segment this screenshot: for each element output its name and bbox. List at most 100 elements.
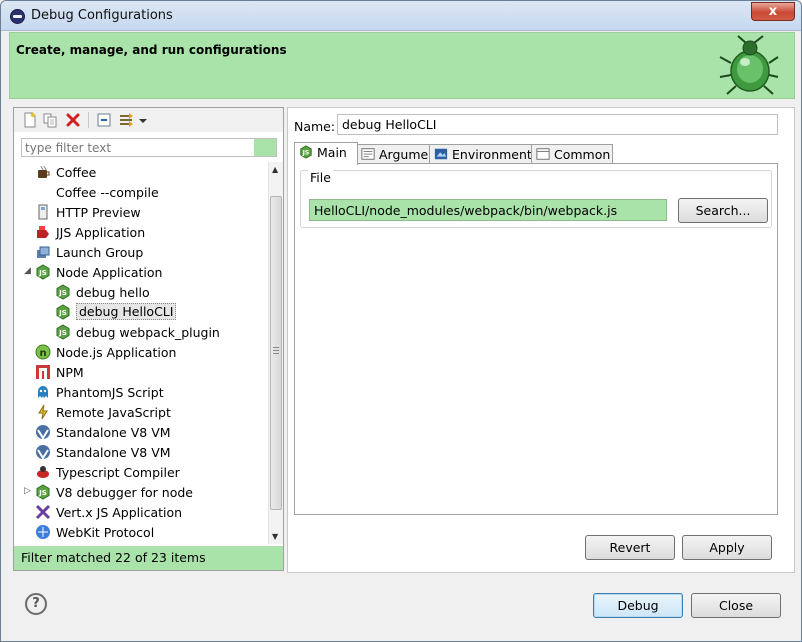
configuration-editor: Name: debug HelloCLI JS Main Arguments Envi… [287, 107, 795, 573]
tree-item-label: Vert.x JS Application [56, 505, 183, 520]
v8-vm-icon [36, 445, 50, 460]
tree-item-label: WebKit Protocol [56, 525, 155, 540]
tree-item-label: Launch Group [56, 245, 144, 260]
tree-item[interactable]: Remote JavaScript [21, 402, 261, 422]
tree-item[interactable]: NPM [21, 362, 261, 382]
tree-toolbar [14, 108, 283, 132]
window-close-button[interactable]: x [751, 2, 795, 21]
environment-icon [434, 148, 448, 160]
filter-icon[interactable] [118, 112, 134, 128]
tree-item-label: Coffee --compile [56, 185, 159, 200]
remote-js-icon [38, 404, 48, 420]
debug-configurations-dialog: Debug Configurations x Create, manage, a… [0, 0, 802, 642]
tree-scrollbar[interactable]: ▲ ▼ [268, 162, 283, 544]
search-button[interactable]: Search... [678, 198, 768, 223]
file-path-field[interactable]: HelloCLI/node_modules/webpack/bin/webpac… [309, 199, 667, 221]
tree-item[interactable]: PhantomJS Script [21, 382, 261, 402]
launch-group-icon [37, 246, 50, 258]
tree-item-label: V8 debugger for node [56, 485, 193, 500]
tab-common[interactable]: Common [531, 144, 613, 164]
configuration-tree[interactable]: WebKit Protocol Vert.x JS Application ▷ JS V… [21, 162, 283, 544]
svg-text:JS: JS [58, 289, 67, 297]
tree-item[interactable]: HTTP Preview [21, 202, 261, 222]
tab-strip: JS Main Arguments Environment Common [294, 142, 778, 165]
tree-item-label: NPM [56, 365, 84, 380]
svg-text:JS: JS [38, 489, 47, 497]
duplicate-icon[interactable] [42, 112, 58, 128]
delete-icon[interactable] [65, 112, 81, 128]
apply-button[interactable]: Apply [682, 535, 772, 560]
tree-item[interactable]: ◢ JS Node Application [21, 262, 261, 282]
coffee-icon [38, 165, 50, 178]
help-icon[interactable]: ? [25, 593, 47, 615]
collapse-all-icon[interactable] [96, 112, 112, 128]
file-group-label: File [308, 170, 333, 185]
tree-item[interactable]: Standalone V8 VM [21, 442, 261, 462]
header-banner: Create, manage, and run configurations [9, 32, 795, 99]
nodejs-icon: JS [56, 324, 70, 340]
webkit-icon [36, 525, 50, 539]
tree-item[interactable]: WebKit Protocol [21, 522, 261, 542]
expanded-arrow-icon[interactable]: ◢ [24, 267, 32, 276]
jjs-icon [37, 226, 49, 238]
tree-item[interactable]: JS debug webpack_plugin [21, 322, 261, 342]
tree-item-label: Remote JavaScript [56, 405, 171, 420]
tree-item[interactable]: Launch Group [21, 242, 261, 262]
nodejs-icon: JS [36, 264, 50, 280]
tab-label: Main [317, 145, 347, 160]
tree-item[interactable]: Vert.x JS Application [21, 502, 261, 522]
filter-field[interactable] [21, 138, 277, 157]
npm-icon [36, 365, 50, 379]
svg-text:JS: JS [302, 150, 310, 157]
common-icon [536, 148, 550, 160]
close-button[interactable]: Close [691, 593, 781, 618]
tree-item[interactable]: ▷ JS V8 debugger for node [21, 482, 261, 502]
filter-status: Filter matched 22 of 23 items [14, 546, 283, 570]
tree-item-label: Node.js Application [56, 345, 177, 360]
tree-item-label: JJS Application [56, 225, 146, 240]
tree-item-label: PhantomJS Script [56, 385, 164, 400]
tree-item[interactable]: Coffee --compile [21, 182, 261, 202]
tree-item[interactable]: JJS Application [21, 222, 261, 242]
tree-item-label: Standalone V8 VM [56, 445, 171, 460]
tree-item[interactable]: n Node.js Application [21, 342, 261, 362]
nodejs-icon: JS [56, 284, 70, 300]
revert-button[interactable]: Revert [585, 535, 675, 560]
tree-item[interactable]: Standalone V8 VM [21, 422, 261, 442]
typescript-icon [37, 466, 49, 478]
debug-bug-icon [719, 35, 779, 95]
tree-item-label: debug webpack_plugin [76, 325, 220, 340]
debug-button[interactable]: Debug [593, 593, 683, 618]
svg-text:JS: JS [38, 269, 47, 277]
http-preview-icon [38, 204, 48, 220]
tree-item[interactable]: Typescript Compiler [21, 462, 261, 482]
filter-clear-button[interactable] [254, 139, 276, 156]
tab-environment[interactable]: Environment [429, 144, 533, 164]
tree-item[interactable]: Coffee [21, 162, 261, 182]
file-group: File HelloCLI/node_modules/webpack/bin/w… [300, 170, 772, 228]
configuration-tree-panel: WebKit Protocol Vert.x JS Application ▷ JS V… [13, 107, 284, 571]
arguments-icon [361, 148, 375, 160]
svg-text:JS: JS [58, 309, 67, 317]
name-label: Name: [294, 119, 336, 134]
scroll-up-arrow-icon[interactable]: ▲ [272, 165, 278, 174]
scroll-down-arrow-icon[interactable]: ▼ [272, 532, 278, 541]
title-bar[interactable]: Debug Configurations x [1, 1, 801, 31]
tree-item-label: Typescript Compiler [56, 465, 180, 480]
collapsed-arrow-icon[interactable]: ▷ [24, 487, 32, 496]
tab-arguments[interactable]: Arguments [356, 144, 448, 164]
tree-item[interactable]: JS debug hello [21, 282, 261, 302]
tree-item-label: Node Application [56, 265, 163, 280]
tab-main[interactable]: JS Main [294, 142, 358, 165]
new-configuration-icon[interactable] [22, 112, 38, 128]
scrollbar-thumb[interactable] [270, 196, 282, 510]
node-n-icon: n [35, 344, 51, 360]
tree-item[interactable]: JS debug HelloCLI [21, 302, 261, 322]
view-menu-icon[interactable] [138, 112, 148, 128]
eclipse-icon [10, 9, 25, 24]
tree-item-label: HTTP Preview [56, 205, 141, 220]
nodejs-icon: JS [56, 304, 70, 320]
filter-input[interactable] [22, 139, 254, 156]
name-field[interactable]: debug HelloCLI [337, 114, 778, 135]
window-title: Debug Configurations [31, 8, 173, 23]
